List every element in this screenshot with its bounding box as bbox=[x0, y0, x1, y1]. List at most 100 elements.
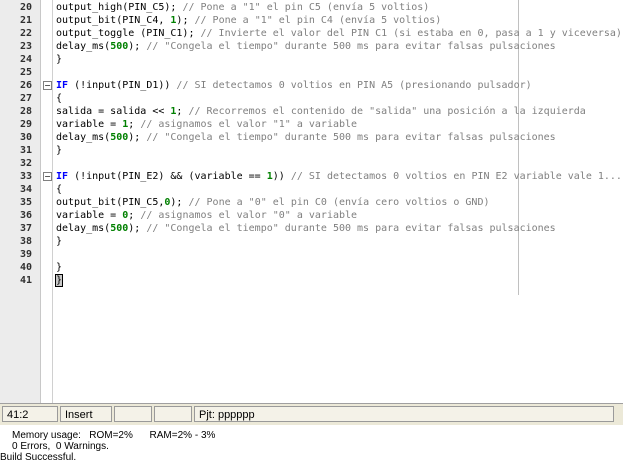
code-line[interactable]: 34 { bbox=[0, 183, 623, 196]
comment-token: // "Congela el tiempo" durante 500 ms pa… bbox=[146, 41, 556, 52]
code-token: ); bbox=[128, 41, 147, 52]
error-summary: 0 Errors, 0 Warnings. bbox=[12, 441, 109, 452]
code-token: (!input(PIN_E2) && (variable == bbox=[68, 171, 267, 182]
keyword-token: IF bbox=[56, 171, 69, 182]
code-token: } bbox=[56, 145, 63, 156]
code-text: output_high(PIN_C5); // Pone a "1" el pi… bbox=[56, 1, 429, 14]
number-token: 500 bbox=[110, 132, 129, 143]
number-token: 500 bbox=[110, 41, 129, 52]
line-number: 23 bbox=[19, 41, 32, 52]
keyword-token: IF bbox=[56, 80, 69, 91]
code-token: output_bit(PIN_C5, bbox=[56, 197, 165, 208]
code-line[interactable]: 23 delay_ms(500); // "Congela el tiempo" … bbox=[0, 40, 623, 53]
line-number: 38 bbox=[19, 236, 32, 247]
code-line[interactable]: 22 output_toggle (PIN_C1); // Invierte el… bbox=[0, 27, 623, 40]
code-line[interactable]: 36 variable = 0; // asignamos el valor "0… bbox=[0, 209, 623, 222]
line-number: 32 bbox=[19, 158, 32, 169]
line-number: 36 bbox=[19, 210, 32, 221]
code-line[interactable]: 35 output_bit(PIN_C5,0); // Pone a "0" el… bbox=[0, 196, 623, 209]
code-text: } bbox=[54, 274, 64, 287]
code-token: ); bbox=[170, 197, 189, 208]
code-token: ); bbox=[128, 132, 147, 143]
line-number: 33 bbox=[19, 171, 32, 182]
code-token: ; bbox=[176, 106, 189, 117]
comment-token: // SI detectamos 0 voltios en PIN E2 var… bbox=[290, 171, 623, 182]
code-text: output_bit(PIN_C5,0); // Pone a "0" el p… bbox=[56, 196, 490, 209]
comment-token: // Pone a "1" el pin C4 (envía 5 voltios… bbox=[194, 15, 442, 26]
code-line[interactable]: 31} bbox=[0, 144, 623, 157]
code-token: delay_ms( bbox=[56, 132, 111, 143]
line-number: 39 bbox=[19, 249, 32, 260]
code-token: } bbox=[56, 54, 63, 65]
code-token: variable = bbox=[56, 210, 123, 221]
line-number: 31 bbox=[19, 145, 32, 156]
code-text: { bbox=[56, 92, 62, 105]
insert-mode-indicator[interactable]: Insert bbox=[60, 406, 112, 422]
code-line[interactable]: 32 bbox=[0, 157, 623, 170]
code-text: IF (!input(PIN_D1)) // SI detectamos 0 v… bbox=[56, 79, 532, 92]
collapse-icon[interactable]: − bbox=[43, 81, 52, 90]
code-token: ); bbox=[128, 223, 147, 234]
line-number: 40 bbox=[19, 262, 32, 273]
status-bar: 41:2 Insert Pjt: pppppp bbox=[0, 403, 623, 425]
code-token: (!input(PIN_D1)) bbox=[68, 80, 177, 91]
comment-token: // Invierte el valor del PIN C1 (si esta… bbox=[200, 28, 622, 39]
line-number: 41 bbox=[19, 275, 32, 286]
comment-token: // Recorremos el contenido de "salida" u… bbox=[188, 106, 586, 117]
code-line[interactable]: 27 { bbox=[0, 92, 623, 105]
code-editor[interactable]: 20 output_high(PIN_C5); // Pone a "1" el … bbox=[0, 0, 623, 403]
line-number: 26 bbox=[19, 80, 32, 91]
code-token: } bbox=[56, 262, 63, 273]
code-line[interactable]: 41} bbox=[0, 274, 623, 287]
code-text: output_toggle (PIN_C1); // Invierte el v… bbox=[56, 27, 622, 40]
code-line[interactable]: 24} bbox=[0, 53, 623, 66]
code-line[interactable]: 25 bbox=[0, 66, 623, 79]
code-line[interactable]: 40} bbox=[0, 261, 623, 274]
code-text: } bbox=[56, 144, 62, 157]
code-text: variable = 1; // asignamos el valor "1" … bbox=[56, 118, 357, 131]
line-number: 21 bbox=[19, 15, 32, 26]
code-line[interactable]: 37 delay_ms(500); // "Congela el tiempo" … bbox=[0, 222, 623, 235]
code-token: } bbox=[56, 236, 63, 247]
line-number: 28 bbox=[19, 106, 32, 117]
code-token: ); bbox=[176, 15, 195, 26]
number-token: 500 bbox=[110, 223, 129, 234]
line-number: 20 bbox=[19, 2, 32, 13]
output-panel: Memory usage: ROM=2% RAM=2% - 3% 0 Error… bbox=[0, 425, 623, 468]
code-text: output_bit(PIN_C4, 1); // Pone a "1" el … bbox=[56, 14, 441, 27]
code-token: salida = salida << bbox=[56, 106, 171, 117]
code-line[interactable]: 20 output_high(PIN_C5); // Pone a "1" el … bbox=[0, 1, 623, 14]
code-line[interactable]: 33 − IF (!input(PIN_E2) && (variable == 1)… bbox=[0, 170, 623, 183]
code-line[interactable]: 38} bbox=[0, 235, 623, 248]
code-text: } bbox=[56, 261, 62, 274]
code-line[interactable]: 21 output_bit(PIN_C4, 1); // Pone a "1" e… bbox=[0, 14, 623, 27]
code-text: variable = 0; // asignamos el valor "0" … bbox=[56, 209, 357, 222]
build-status: Build Successful. bbox=[0, 452, 77, 463]
code-token: ; bbox=[128, 210, 141, 221]
code-text: { bbox=[56, 183, 62, 196]
status-field-empty-2 bbox=[154, 406, 192, 422]
code-text: IF (!input(PIN_E2) && (variable == 1)) /… bbox=[56, 170, 623, 183]
comment-token: // asignamos el valor "1" a variable bbox=[140, 119, 358, 130]
code-text: delay_ms(500); // "Congela el tiempo" du… bbox=[56, 131, 556, 144]
status-field-empty-1 bbox=[114, 406, 152, 422]
line-number: 25 bbox=[19, 67, 32, 78]
code-token: delay_ms( bbox=[56, 223, 111, 234]
code-token: output_bit(PIN_C4, bbox=[56, 15, 171, 26]
comment-token: // SI detectamos 0 voltios en PIN A5 (pr… bbox=[176, 80, 532, 91]
code-token: { bbox=[56, 93, 63, 104]
code-token: output_high(PIN_C5); bbox=[56, 2, 183, 13]
comment-token: // "Congela el tiempo" durante 500 ms pa… bbox=[146, 132, 556, 143]
code-line[interactable]: 28 salida = salida << 1; // Recorremos el… bbox=[0, 105, 623, 118]
comment-token: // Pone a "1" el pin C5 (envía 5 voltios… bbox=[182, 2, 430, 13]
code-line[interactable]: 39 bbox=[0, 248, 623, 261]
code-line[interactable]: 30 delay_ms(500); // "Congela el tiempo" … bbox=[0, 131, 623, 144]
comment-token: // "Congela el tiempo" durante 500 ms pa… bbox=[146, 223, 556, 234]
comment-token: // Pone a "0" el pin C0 (envía cero volt… bbox=[188, 197, 490, 208]
collapse-icon[interactable]: − bbox=[43, 172, 52, 181]
cursor-position: 41:2 bbox=[2, 406, 58, 422]
line-number: 27 bbox=[19, 93, 32, 104]
code-text: salida = salida << 1; // Recorremos el c… bbox=[56, 105, 586, 118]
code-line[interactable]: 29 variable = 1; // asignamos el valor "1… bbox=[0, 118, 623, 131]
code-line[interactable]: 26 − IF (!input(PIN_D1)) // SI detectamos … bbox=[0, 79, 623, 92]
